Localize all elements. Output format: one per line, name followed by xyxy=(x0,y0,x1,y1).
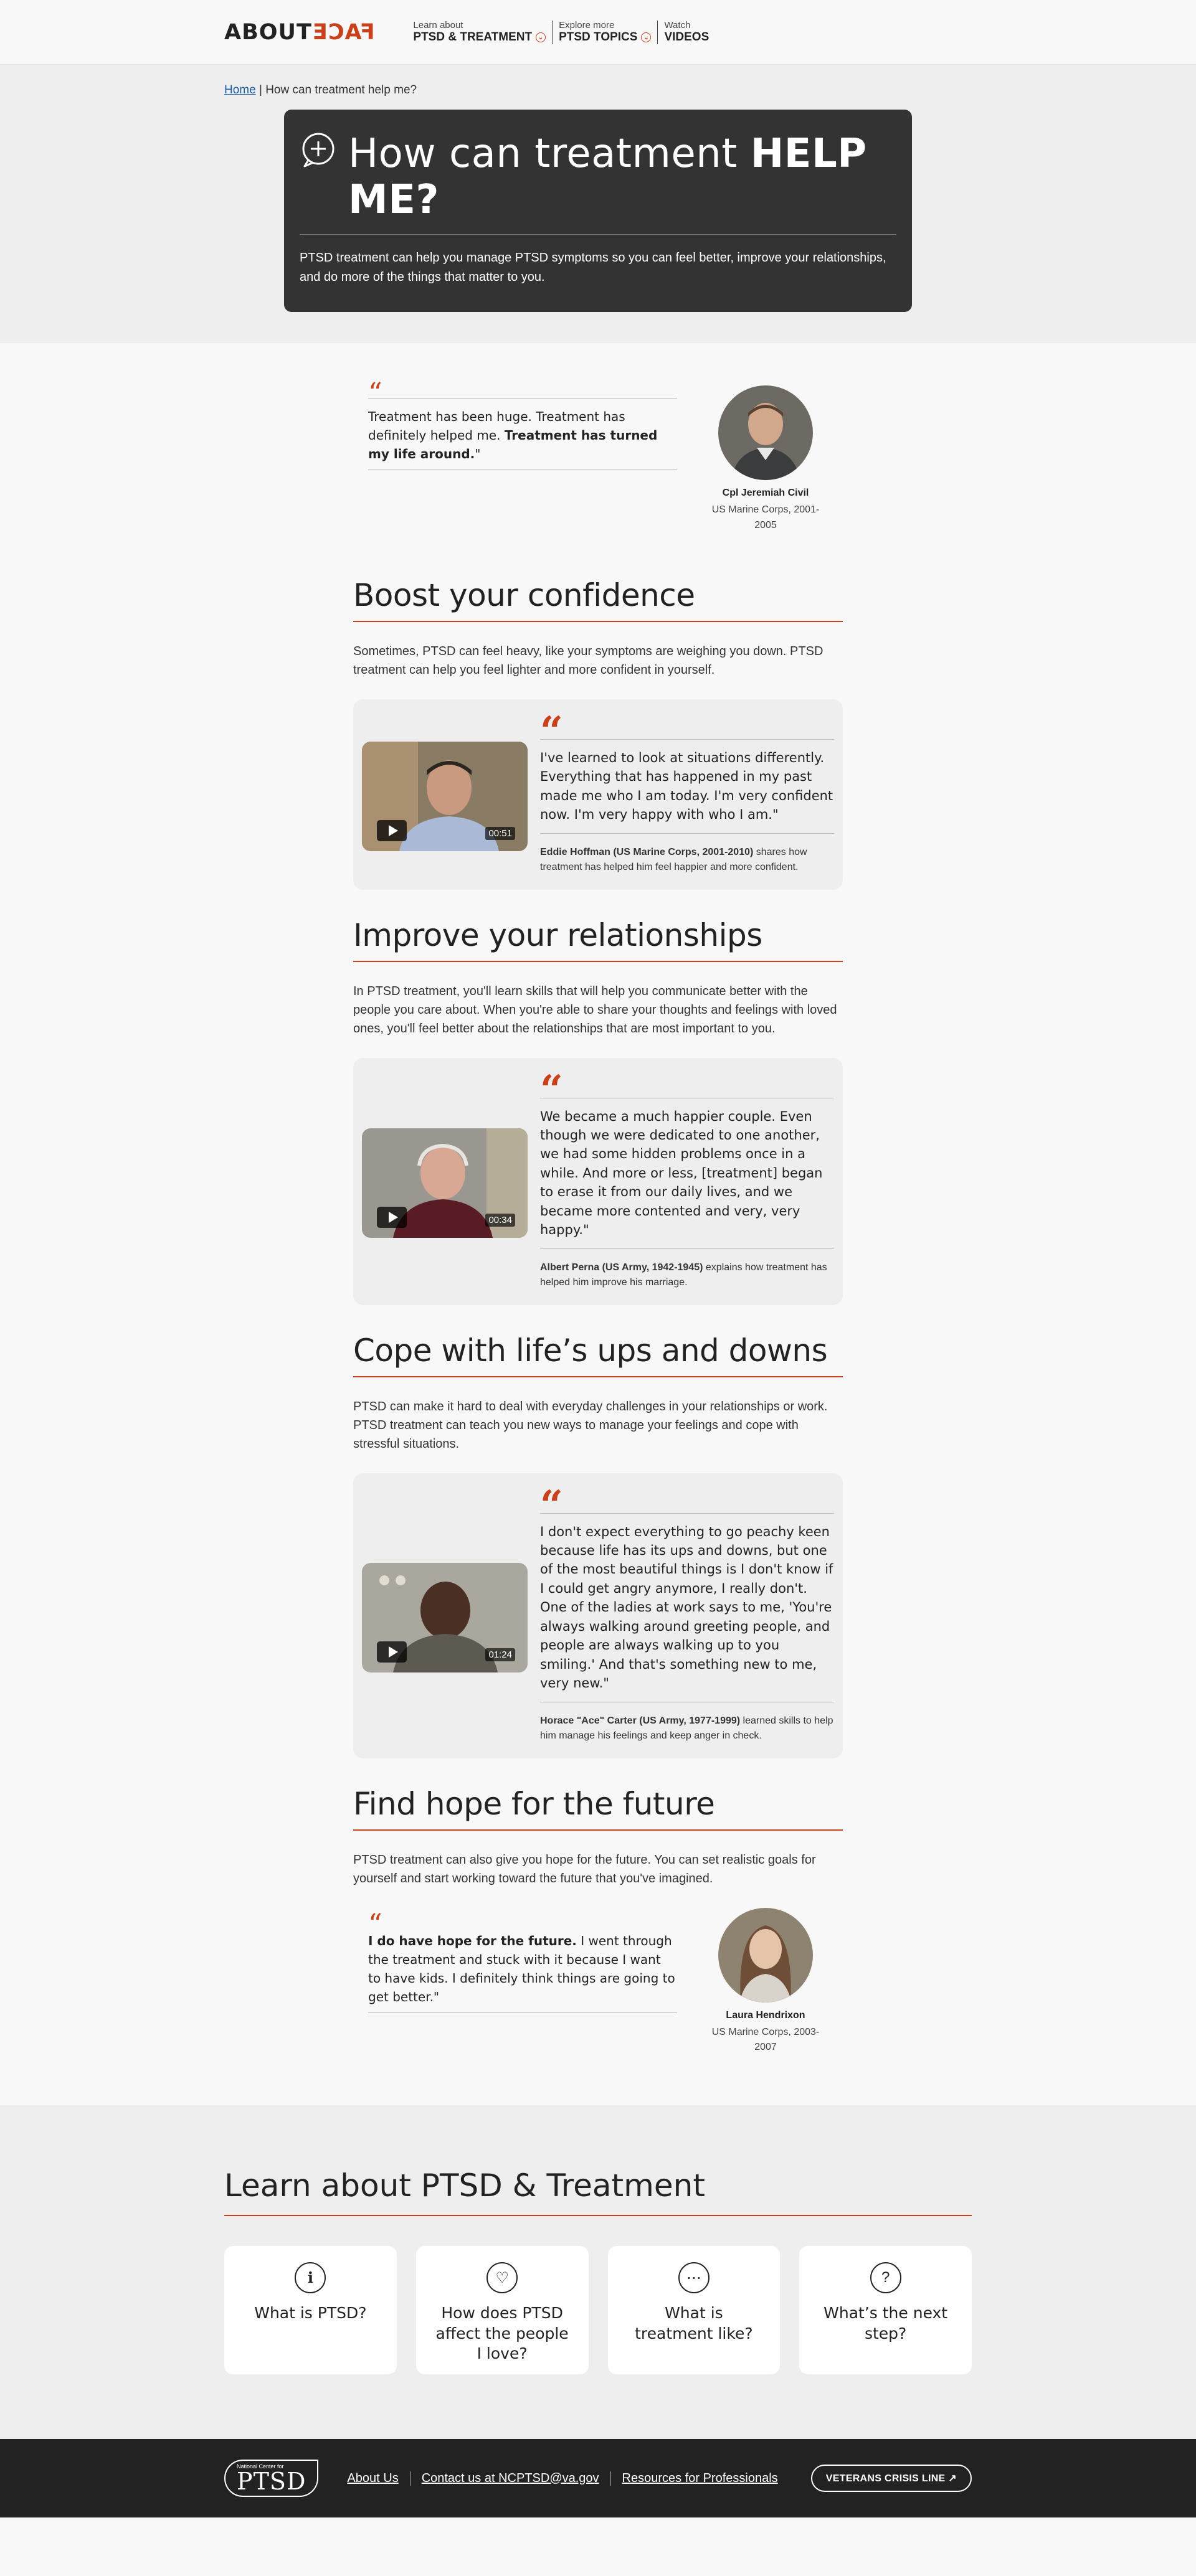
speaker-service: US Marine Corps, 2001-2005 xyxy=(711,504,820,531)
play-button[interactable] xyxy=(377,1641,407,1663)
speaker-service: US Marine Corps, 2003-2007 xyxy=(711,2026,820,2053)
play-button[interactable] xyxy=(377,1207,407,1229)
section-heading: Cope with life’s ups and downs xyxy=(353,1333,843,1377)
card-treatment-like[interactable]: ⋯ What is treatment like? xyxy=(607,2246,781,2375)
nav-ptsd-treatment[interactable]: Learn about PTSD & TREATMENT ⌄ xyxy=(407,21,552,44)
logo-about-text: ABOUT xyxy=(224,20,312,45)
section-heading: Boost your confidence xyxy=(353,577,843,622)
section-boost-confidence: Boost your confidence Sometimes, PTSD ca… xyxy=(353,577,843,890)
breadcrumb-current: How can treatment help me? xyxy=(265,83,417,97)
nav-sub-label: Explore more xyxy=(559,20,615,31)
card-what-is-ptsd[interactable]: ℹ What is PTSD? xyxy=(224,2246,397,2375)
video-quote: We became a much happier couple. Even th… xyxy=(540,1108,823,1238)
section-heading: Find hope for the future xyxy=(353,1786,843,1831)
info-icon: ℹ xyxy=(295,2262,326,2294)
speaker-profile: Laura Hendrixon US Marine Corps, 2003-20… xyxy=(703,1907,828,2056)
chat-icon: ⋯ xyxy=(678,2262,710,2294)
video-caption: Horace "Ace" Carter (US Army, 1977-1999)… xyxy=(540,1701,834,1743)
heart-icon: ♡ xyxy=(486,2262,518,2294)
nav-videos[interactable]: Watch VIDEOS xyxy=(657,21,715,44)
treatment-plus-icon xyxy=(302,133,335,167)
video-card: 00:51 “ I've learned to look at situatio… xyxy=(353,699,843,890)
pull-quote-text: Treatment has been huge. Treatment has d… xyxy=(368,409,658,462)
breadcrumb-separator: | xyxy=(259,83,262,97)
section-relationships: Improve your relationships In PTSD treat… xyxy=(353,917,843,1305)
card-label: What is PTSD? xyxy=(254,2304,367,2323)
avatar xyxy=(718,385,813,481)
card-label: How does PTSD affect the people I love? xyxy=(435,2304,569,2363)
nav-main-label: PTSD & TREATMENT xyxy=(413,30,533,44)
video-thumbnail[interactable]: 01:24 xyxy=(362,1562,528,1673)
page-title: How can treatment HELP ME? xyxy=(348,131,867,223)
learn-section: Learn about PTSD & Treatment ℹ What is P… xyxy=(0,2105,1196,2440)
section-heading: Improve your relationships xyxy=(353,917,843,962)
section-text: Sometimes, PTSD can feel heavy, like you… xyxy=(353,644,823,677)
video-quote: I don't expect everything to go peachy k… xyxy=(540,1524,833,1691)
video-duration: 01:24 xyxy=(485,1648,515,1661)
video-thumbnail[interactable]: 00:51 xyxy=(362,741,528,851)
hero-card: How can treatment HELP ME? PTSD treatmen… xyxy=(284,110,912,313)
speaker-profile: Cpl Jeremiah Civil US Marine Corps, 2001… xyxy=(703,385,828,534)
nav-sub-label: Watch xyxy=(664,20,691,31)
chevron-down-icon: ⌄ xyxy=(536,32,546,43)
section-text: In PTSD treatment, you'll learn skills t… xyxy=(353,984,837,1036)
card-label: What is treatment like? xyxy=(635,2304,753,2342)
nav-sub-label: Learn about xyxy=(413,20,463,31)
card-label: What’s the next step? xyxy=(823,2304,948,2342)
quote-mark-icon: “ xyxy=(540,1481,563,1529)
nav-main-label: PTSD TOPICS xyxy=(559,30,638,44)
speaker-name: Cpl Jeremiah Civil xyxy=(722,488,809,499)
pull-quote-laura: “ I do have hope for the future. I went … xyxy=(353,1907,843,2056)
footer-resources-link[interactable]: Resources for Professionals xyxy=(610,2471,789,2486)
hero-section: Home | How can treatment help me? How ca… xyxy=(0,65,1196,344)
pull-quote-text: I do have hope for the future. I went th… xyxy=(368,1933,675,2004)
ncptsd-logo[interactable]: National Center for PTSD xyxy=(224,2460,319,2498)
external-link-icon: ↗ xyxy=(948,2473,957,2484)
breadcrumb: Home | How can treatment help me? xyxy=(224,83,972,97)
video-card: 01:24 “ I don't expect everything to go … xyxy=(353,1473,843,1758)
video-caption: Eddie Hoffman (US Marine Corps, 2001-201… xyxy=(540,833,834,875)
speaker-name: Laura Hendrixon xyxy=(726,2009,805,2021)
site-header: ABOUTFACE Learn about PTSD & TREATMENT ⌄ … xyxy=(0,0,1196,65)
play-button[interactable] xyxy=(377,819,407,841)
footer-contact-link[interactable]: Contact us at NCPTSD@va.gov xyxy=(409,2471,610,2486)
veterans-crisis-line-button[interactable]: VETERANS CRISIS LINE ↗ xyxy=(810,2465,972,2493)
logo-face-text: FACE xyxy=(311,20,375,45)
breadcrumb-home-link[interactable]: Home xyxy=(224,83,256,97)
video-thumbnail[interactable]: 00:34 xyxy=(362,1128,528,1238)
main-content: “ Treatment has been huge. Treatment has… xyxy=(353,343,843,2105)
section-hope: Find hope for the future PTSD treatment … xyxy=(353,1786,843,2056)
video-duration: 00:34 xyxy=(485,1214,515,1227)
section-ups-and-downs: Cope with life’s ups and downs PTSD can … xyxy=(353,1333,843,1758)
nav-ptsd-topics[interactable]: Explore more PTSD TOPICS ⌄ xyxy=(552,21,657,44)
quote-mark-icon: “ xyxy=(368,377,382,410)
question-icon: ? xyxy=(870,2262,901,2294)
card-affect-loved-ones[interactable]: ♡ How does PTSD affect the people I love… xyxy=(415,2246,589,2375)
video-quote: I've learned to look at situations diffe… xyxy=(540,750,833,823)
hero-divider xyxy=(300,234,896,235)
quote-mark-icon: “ xyxy=(540,707,563,755)
nav-main-label: VIDEOS xyxy=(664,30,710,44)
aboutface-logo[interactable]: ABOUTFACE xyxy=(224,20,374,45)
chevron-down-icon: ⌄ xyxy=(641,32,652,43)
quote-mark-icon: “ xyxy=(368,1908,382,1940)
avatar xyxy=(718,1907,813,2003)
video-card: 00:34 “ We became a much happier couple.… xyxy=(353,1057,843,1305)
pull-quote-jeremiah: “ Treatment has been huge. Treatment has… xyxy=(353,377,843,534)
section-text: PTSD treatment can also give you hope fo… xyxy=(353,1852,816,1885)
video-duration: 00:51 xyxy=(485,826,515,840)
quote-mark-icon: “ xyxy=(540,1066,563,1113)
card-next-step[interactable]: ? What’s the next step? xyxy=(799,2246,972,2375)
learn-heading: Learn about PTSD & Treatment xyxy=(224,2168,972,2217)
logo-big-text: PTSD xyxy=(237,2468,306,2496)
site-footer: National Center for PTSD About Us Contac… xyxy=(0,2439,1196,2518)
footer-about-link[interactable]: About Us xyxy=(336,2471,409,2486)
section-text: PTSD can make it hard to deal with every… xyxy=(353,1399,828,1451)
video-caption: Albert Perna (US Army, 1942-1945) explai… xyxy=(540,1248,834,1290)
hero-intro: PTSD treatment can help you manage PTSD … xyxy=(300,251,886,285)
